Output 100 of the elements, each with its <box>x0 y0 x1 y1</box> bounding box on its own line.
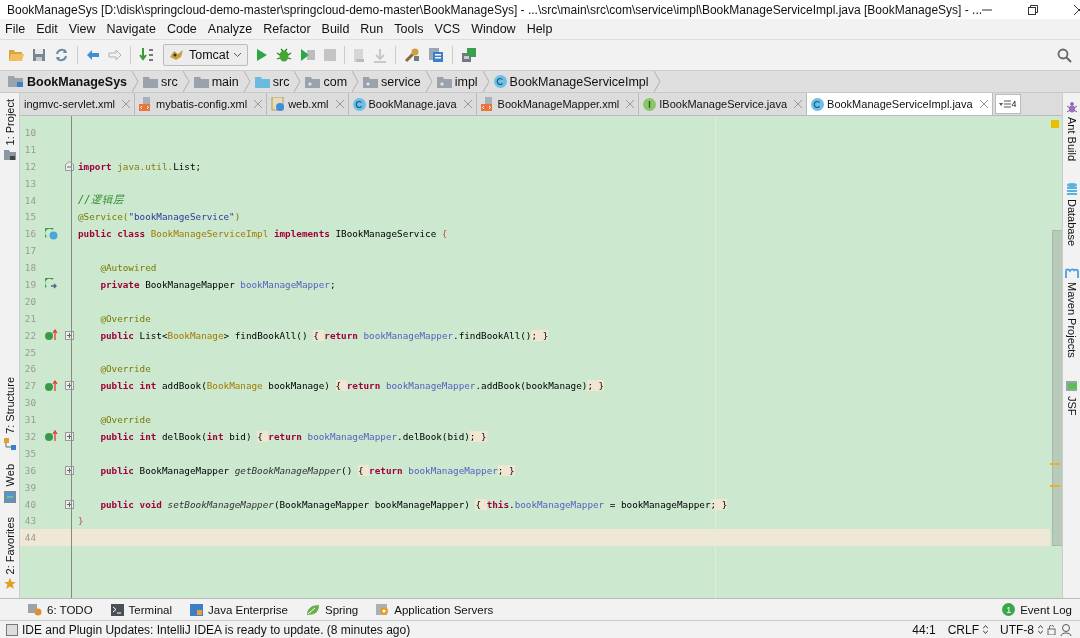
override-gutter-icon[interactable] <box>44 430 58 443</box>
encoding-selector[interactable]: UTF-8 <box>1000 622 1034 637</box>
sync-icon[interactable] <box>54 48 69 62</box>
line-number: 31 <box>23 414 36 426</box>
run-icon[interactable] <box>256 48 269 62</box>
run-configuration-dropdown[interactable]: Tomcat <box>163 44 249 66</box>
tool-window-button[interactable]: Terminal <box>128 603 173 616</box>
menu-item[interactable]: Tools <box>394 22 424 36</box>
tool-window-button[interactable]: 7: Structure <box>3 377 16 435</box>
menu-item[interactable]: Help <box>526 22 553 36</box>
lock-icon[interactable] <box>1047 624 1056 635</box>
deploy-icon[interactable] <box>461 47 478 63</box>
wrench-icon[interactable] <box>404 47 421 63</box>
line-number: 32 <box>23 430 36 442</box>
editor-tab[interactable]: mybatis-config.xml <box>135 93 268 115</box>
breadcrumb-item[interactable]: BookManageSys <box>27 74 128 89</box>
menu-item[interactable]: Edit <box>36 22 58 36</box>
terminal-icon[interactable] <box>110 603 124 616</box>
tool-window-button[interactable]: Database <box>1065 199 1078 247</box>
enterprise-icon[interactable] <box>190 603 204 616</box>
inspector-icon[interactable] <box>1060 623 1072 636</box>
menu-item[interactable]: View <box>68 22 96 36</box>
editor-tab[interactable]: BookManageMapper.xml <box>476 93 640 115</box>
event-log-button[interactable]: Event Log <box>1020 603 1072 616</box>
code-line: public BookManageMapper getBookManageMapper() { return bookManageMapper; } <box>99 464 515 476</box>
tool-window-button[interactable]: Web <box>3 464 16 487</box>
menu-item[interactable]: Refactor <box>263 22 311 36</box>
save-icon[interactable] <box>32 48 46 62</box>
leaf-icon[interactable] <box>305 603 320 616</box>
expand-icon[interactable] <box>64 381 74 391</box>
coverage-icon[interactable] <box>300 48 317 62</box>
tool-window-button[interactable]: JSF <box>1065 395 1078 416</box>
breadcrumb-item[interactable]: service <box>381 74 421 89</box>
expand-icon[interactable] <box>64 499 74 509</box>
forward-arrow-icon[interactable] <box>108 49 122 61</box>
globe-icon[interactable] <box>3 490 16 503</box>
database-icon[interactable] <box>1065 183 1078 196</box>
tool-window-button[interactable]: 2: Favorites <box>3 516 16 574</box>
stop-icon[interactable] <box>324 49 337 61</box>
menu-item[interactable]: Build <box>321 22 350 36</box>
back-arrow-icon[interactable] <box>86 49 100 61</box>
warning-marker[interactable] <box>1051 120 1059 128</box>
up-down-icon <box>983 625 988 634</box>
search-icon[interactable] <box>1057 47 1072 63</box>
todo-icon[interactable] <box>28 603 42 616</box>
expand-icon[interactable] <box>64 330 74 340</box>
expand-icon[interactable] <box>64 465 74 475</box>
tool-window-button[interactable]: Ant Build <box>1065 117 1078 162</box>
restore-icon[interactable] <box>1028 4 1039 15</box>
override-gutter-icon[interactable] <box>44 379 58 392</box>
breadcrumb-item[interactable]: com <box>323 74 348 89</box>
menu-item[interactable]: Analyze <box>207 22 253 36</box>
jsf-icon[interactable] <box>1065 379 1078 392</box>
star-icon[interactable] <box>3 578 16 590</box>
line-number: 21 <box>23 312 36 324</box>
menu-item[interactable]: Code <box>166 22 197 36</box>
line-number: 12 <box>23 160 36 172</box>
sort-icon[interactable] <box>139 47 155 63</box>
bug-icon[interactable] <box>276 47 293 63</box>
menu-item[interactable]: Run <box>360 22 384 36</box>
tool-window-button[interactable]: 6: TODO <box>47 603 93 616</box>
menu-item[interactable]: File <box>5 22 26 36</box>
breadcrumb-item[interactable]: src <box>272 74 290 89</box>
scrollbar-thumb[interactable] <box>1052 230 1062 546</box>
tool-window-button[interactable]: Spring <box>324 603 359 616</box>
override-gutter-icon[interactable] <box>44 329 58 342</box>
breadcrumb-item[interactable]: main <box>211 74 239 89</box>
breadcrumb-item[interactable]: impl <box>454 74 478 89</box>
tab-list-button[interactable]: 4 <box>994 94 1021 114</box>
panel-toggle-icon[interactable] <box>6 623 18 636</box>
ant-icon[interactable] <box>1065 101 1078 113</box>
line-number: 35 <box>23 447 36 459</box>
project-structure-icon[interactable] <box>428 47 445 63</box>
breadcrumb-item[interactable]: BookManageServiceImpl <box>509 74 649 89</box>
code-line: public void setBookManageMapper(BookManageMapper bookManageMapper) { this.bookManageMapper = bookManageMapper; } <box>99 498 728 510</box>
bean-gutter-icon[interactable] <box>44 278 58 291</box>
tool-window-button[interactable]: 1: Project <box>3 99 16 146</box>
tool-window-button[interactable]: Maven Projects <box>1065 282 1078 358</box>
folder-icon[interactable] <box>3 149 16 162</box>
maven-icon[interactable] <box>1064 268 1079 279</box>
class-gutter-icon[interactable] <box>44 227 58 240</box>
menu-item[interactable]: VCS <box>434 22 461 36</box>
menu-item[interactable]: Window <box>471 22 516 36</box>
document-icon[interactable] <box>353 47 366 63</box>
caret-position[interactable]: 44:1 <box>912 622 936 637</box>
tool-window-button[interactable]: Application Servers <box>394 603 494 616</box>
line-separator-selector[interactable]: CRLF <box>947 622 979 637</box>
code-line: @Autowired <box>99 262 157 274</box>
fold-icon[interactable] <box>64 161 74 172</box>
menu-item[interactable]: Navigate <box>106 22 156 36</box>
class-icon <box>811 97 825 111</box>
breadcrumb-item[interactable]: src <box>161 74 178 89</box>
editor-tab[interactable]: web.xml <box>267 93 349 115</box>
structure-icon[interactable] <box>3 438 16 451</box>
server-icon[interactable] <box>376 603 390 616</box>
editor-tab[interactable]: BookManage.java <box>348 93 477 115</box>
editor-tab[interactable]: ingmvc-servlet.xml <box>20 93 136 115</box>
expand-icon[interactable] <box>64 431 74 441</box>
tool-window-button[interactable]: Java Enterprise <box>208 603 288 616</box>
editor-tab[interactable]: BookManageServiceImpl.java <box>807 93 993 115</box>
